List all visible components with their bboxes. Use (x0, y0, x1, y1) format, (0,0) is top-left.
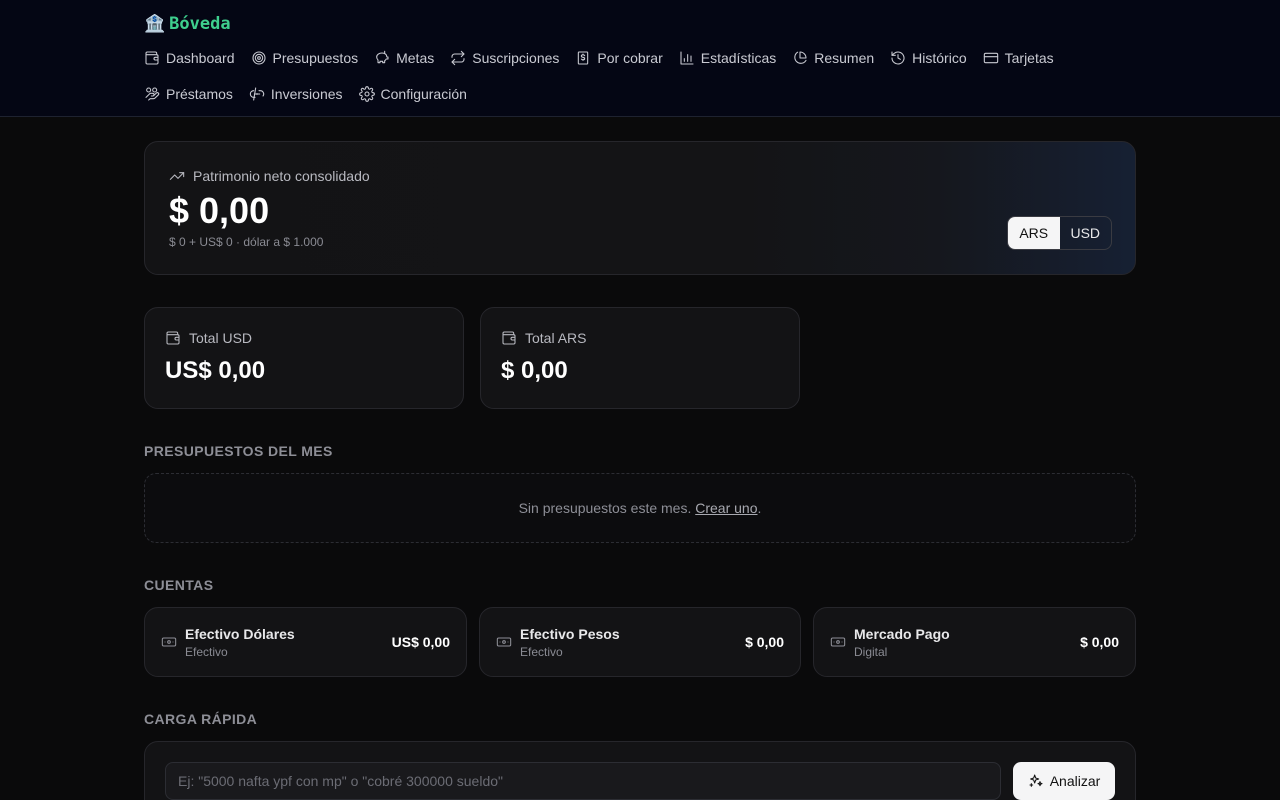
net-worth-label-text: Patrimonio neto consolidado (193, 168, 370, 184)
account-name: Efectivo Dólares (185, 626, 295, 642)
nav-item-suscripciones[interactable]: Suscripciones (450, 47, 559, 69)
target-icon (251, 51, 266, 65)
account-balance: US$ 0,00 (391, 634, 450, 650)
stat-label-text: Total ARS (525, 330, 587, 346)
net-worth-value: $ 0,00 (169, 190, 270, 231)
nav-item-estadisticas[interactable]: Estadísticas (679, 47, 776, 69)
total-ars-card: Total ARS $ 0,00 (480, 307, 800, 409)
create-budget-link[interactable]: Crear uno (695, 500, 757, 516)
nav-label: Estadísticas (700, 50, 777, 66)
nav-label: Metas (396, 50, 435, 66)
banknote-icon (496, 634, 512, 655)
currency-option-usd[interactable]: USD (1060, 217, 1112, 249)
nav-row-primary: Dashboard Presupuestos Metas Suscripcion… (144, 47, 1054, 69)
nav-item-historico[interactable]: Histórico (890, 47, 967, 69)
stat-label-text: Total USD (189, 330, 253, 346)
stat-label: Total ARS (501, 330, 586, 346)
accounts-section-title: Cuentas (144, 577, 214, 593)
nav-label: Configuración (380, 86, 467, 102)
quick-entry-card: Analizar (144, 741, 1136, 800)
account-type: Efectivo (520, 645, 563, 659)
banknote-icon (161, 634, 177, 655)
nav-item-prestamos[interactable]: Préstamos (144, 83, 233, 105)
credit-card-icon (983, 52, 998, 64)
nav-label: Tarjetas (1004, 50, 1054, 66)
analyze-button-label: Analizar (1049, 773, 1101, 789)
link-icon (249, 87, 265, 101)
budgets-empty-text: Sin presupuestos este mes. (518, 500, 692, 516)
account-card-efectivo-dolares[interactable]: Efectivo Dólares Efectivo US$ 0,00 (144, 607, 467, 677)
top-navigation: 🏦 Bóveda Dashboard Presupuestos Metas Su… (0, 0, 1280, 117)
stat-value: $ 0,00 (501, 357, 568, 384)
budgets-empty-state: Sin presupuestos este mes. Crear uno. (144, 473, 1136, 543)
stat-value: US$ 0,00 (165, 357, 266, 384)
net-worth-label: Patrimonio neto consolidado (169, 168, 370, 184)
budgets-empty-period: . (757, 500, 762, 516)
account-type: Efectivo (185, 645, 228, 659)
currency-toggle: ARS USD (1007, 216, 1112, 250)
brand-logo[interactable]: 🏦 Bóveda (144, 14, 231, 34)
total-usd-card: Total USD US$ 0,00 (144, 307, 464, 409)
currency-option-ars[interactable]: ARS (1008, 217, 1060, 249)
banknote-icon (830, 634, 846, 655)
net-worth-card: Patrimonio neto consolidado $ 0,00 $ 0 +… (144, 141, 1136, 275)
nav-item-configuracion[interactable]: Configuración (358, 83, 467, 105)
nav-label: Inversiones (270, 86, 343, 102)
hand-coins-icon (145, 87, 160, 101)
nav-item-inversiones[interactable]: Inversiones (249, 83, 343, 105)
stat-label: Total USD (165, 330, 252, 346)
account-balance: $ 0,00 (1080, 634, 1119, 650)
account-card-mercado-pago[interactable]: Mercado Pago Digital $ 0,00 (813, 607, 1136, 677)
nav-item-tarjetas[interactable]: Tarjetas (983, 47, 1054, 69)
piggy-bank-icon (376, 50, 389, 64)
account-type: Digital (854, 645, 888, 659)
trending-up-icon (169, 172, 185, 180)
net-worth-breakdown: $ 0 + US$ 0 · dólar a $ 1.000 (169, 235, 324, 249)
nav-item-dashboard[interactable]: Dashboard (144, 47, 235, 69)
sparkles-icon (1029, 774, 1043, 787)
receipt-icon (578, 51, 589, 65)
wallet-icon (502, 331, 516, 345)
nav-item-por-cobrar[interactable]: Por cobrar (575, 47, 663, 69)
analyze-button[interactable]: Analizar (1013, 762, 1115, 800)
nav-label: Por cobrar (597, 50, 663, 66)
gear-icon (358, 86, 375, 102)
budgets-section-title: Presupuestos del mes (144, 443, 333, 459)
brand-name: Bóveda (169, 14, 231, 34)
nav-item-presupuestos[interactable]: Presupuestos (251, 47, 359, 69)
nav-item-resumen[interactable]: Resumen (792, 47, 874, 69)
account-balance: $ 0,00 (745, 634, 784, 650)
quick-entry-input[interactable] (165, 762, 1001, 800)
history-icon (891, 51, 905, 65)
nav-row-secondary: Préstamos Inversiones Configuración (144, 83, 467, 105)
repeat-icon (451, 50, 465, 66)
account-name: Mercado Pago (854, 626, 950, 642)
pie-chart-icon (794, 51, 807, 64)
account-card-efectivo-pesos[interactable]: Efectivo Pesos Efectivo $ 0,00 (479, 607, 801, 677)
account-name: Efectivo Pesos (520, 626, 620, 642)
nav-label: Histórico (912, 50, 967, 66)
nav-label: Resumen (814, 50, 875, 66)
nav-label: Presupuestos (272, 50, 359, 66)
bar-chart-icon (680, 51, 694, 65)
nav-label: Dashboard (166, 50, 235, 66)
quick-entry-section-title: Carga rápida (144, 711, 258, 727)
nav-label: Suscripciones (472, 50, 560, 66)
nav-item-metas[interactable]: Metas (374, 47, 434, 69)
wallet-icon (145, 51, 159, 65)
nav-label: Préstamos (166, 86, 233, 102)
wallet-icon (166, 331, 180, 345)
bank-icon: 🏦 (144, 14, 166, 34)
